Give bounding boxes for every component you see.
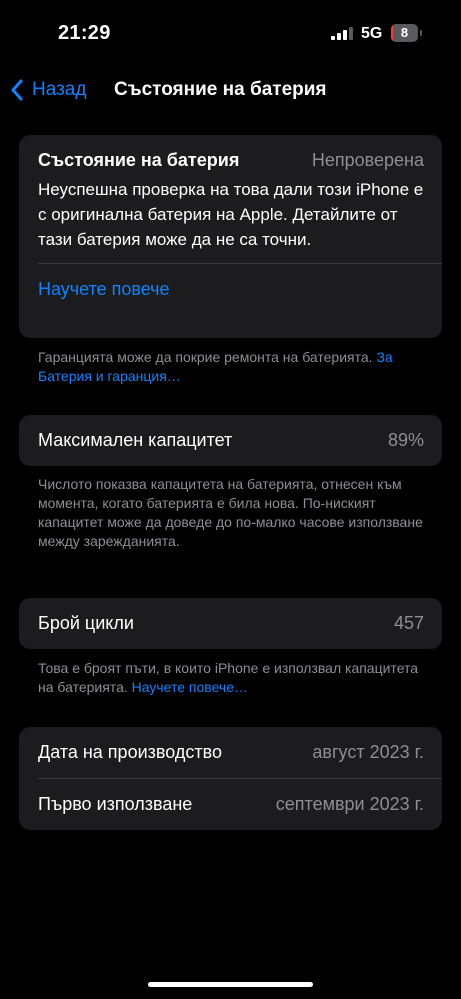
first-use-row: Първо използване септември 2023 г. — [19, 779, 442, 830]
battery-cap — [420, 30, 422, 36]
back-button[interactable]: Назад — [10, 76, 86, 104]
status-time: 21:29 — [58, 22, 111, 44]
max-capacity-label: Максимален капацитет — [38, 430, 233, 450]
cycle-count-value: 457 — [393, 613, 424, 633]
dates-card: Дата на производство август 2023 г. Първ… — [19, 727, 442, 830]
back-button-label: Назад — [32, 79, 87, 100]
manufacture-date-value: август 2023 г. — [312, 742, 424, 762]
cycle-count-card: Брой цикли 457 — [19, 598, 442, 649]
battery-health-card: Състояние на батерия Непроверена Неуспеш… — [19, 135, 442, 338]
network-type: 5G — [361, 25, 383, 42]
battery-health-header: Състояние на батерия Непроверена — [19, 135, 442, 171]
cycle-footnote: Това е броят пъти, в които iPhone е изпо… — [38, 659, 428, 697]
warranty-footnote-text: Гаранцията може да покрие ремонта на бат… — [38, 349, 377, 365]
max-capacity-value: 89% — [387, 430, 424, 450]
capacity-footnote: Числото показва капацитета на батерията,… — [38, 476, 423, 549]
home-indicator[interactable] — [148, 982, 313, 987]
cycle-learn-more-link[interactable]: Научете повече… — [132, 679, 248, 695]
cellular-signal-icon — [331, 26, 353, 40]
first-use-label: Първо използване — [38, 794, 193, 814]
battery-icon: 8 — [391, 24, 418, 42]
battery-health-description: Неуспешна проверка на това дали този iPh… — [38, 180, 424, 249]
first-use-value: септември 2023 г. — [275, 794, 424, 814]
battery-health-status: Непроверена — [311, 150, 424, 170]
manufacture-date-label: Дата на производство — [38, 742, 222, 762]
manufacture-date-row: Дата на производство август 2023 г. — [19, 727, 442, 778]
learn-more-link[interactable]: Научете повече — [19, 264, 442, 315]
battery-level-text: 8 — [400, 25, 409, 40]
cycle-count-row: Брой цикли 457 — [19, 598, 442, 649]
page-title: Състояние на батерия — [114, 79, 327, 100]
warranty-footnote: Гаранцията може да покрие ремонта на бат… — [38, 348, 428, 386]
battery-health-title: Състояние на батерия — [38, 150, 240, 170]
max-capacity-card: Максимален капацитет 89% — [19, 415, 442, 466]
max-capacity-row: Максимален капацитет 89% — [19, 415, 442, 466]
chevron-left-icon — [11, 79, 23, 101]
cycle-count-label: Брой цикли — [38, 613, 134, 633]
status-bar: 21:29 5G 8 — [0, 0, 461, 70]
navigation-bar: Назад Състояние на батерия — [0, 70, 461, 110]
